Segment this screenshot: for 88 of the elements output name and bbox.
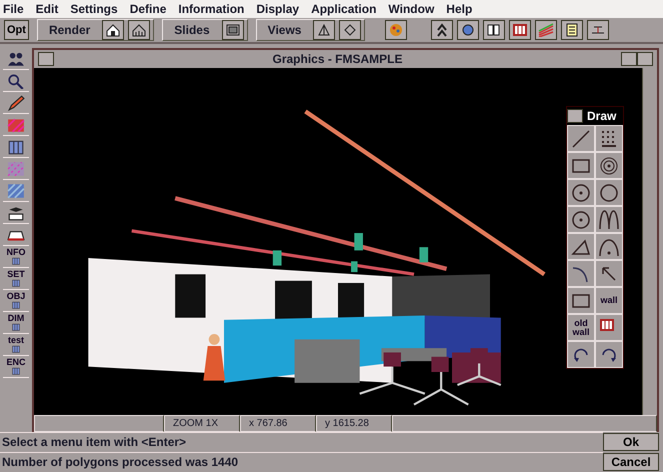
book-icon — [486, 23, 502, 37]
message-line: Select a menu item with <Enter> — [0, 432, 603, 452]
people-icon — [7, 50, 25, 66]
arrow-button[interactable] — [595, 260, 623, 287]
globe-icon — [460, 23, 476, 37]
frame-icon — [512, 23, 528, 37]
status-field: x 767.86 — [240, 415, 316, 432]
dialog-button[interactable]: Ok — [603, 433, 659, 451]
menu-item[interactable]: Display — [253, 0, 308, 18]
status-field: y 1615.28 — [316, 415, 392, 432]
stripes-icon — [7, 182, 25, 198]
palette-button[interactable] — [385, 20, 408, 40]
house-icon — [105, 23, 122, 37]
labeled-tool-button[interactable]: test — [3, 334, 29, 356]
labeled-tool-button[interactable]: DIM — [3, 312, 29, 334]
vertical-scrollbar[interactable] — [642, 68, 657, 416]
menu-item[interactable]: Window — [385, 0, 444, 18]
tool-button[interactable]: wall — [595, 287, 623, 314]
arc-button[interactable] — [595, 233, 623, 260]
labeled-tool-button[interactable]: ENC — [3, 356, 29, 378]
concentric-circles-icon — [599, 156, 619, 176]
minimize-button[interactable] — [621, 52, 637, 66]
wave-icon — [599, 210, 619, 230]
pencil-icon — [7, 94, 25, 110]
house-icon — [131, 23, 148, 37]
line-tool-icon — [571, 128, 591, 148]
hatch-icon — [7, 116, 25, 132]
triangle-icon — [571, 236, 591, 256]
dot-grid-icon — [599, 128, 619, 148]
circle-center-button[interactable] — [567, 206, 595, 233]
palette-menu-button[interactable] — [567, 109, 583, 123]
circle-center-icon — [571, 182, 591, 202]
labeled-tool-button[interactable]: SET — [3, 268, 29, 290]
rectangle-button[interactable] — [567, 152, 595, 179]
triangle-button[interactable] — [313, 20, 336, 40]
arc-icon — [599, 236, 619, 256]
pattern-icon — [7, 160, 25, 176]
menu-item[interactable]: File — [0, 0, 33, 18]
curve-button[interactable] — [567, 260, 595, 287]
window-title: Graphics - FMSAMPLE — [271, 51, 404, 68]
toolbar-group-label: Slides — [173, 22, 211, 39]
concentric-circles-button[interactable] — [595, 152, 623, 179]
dot-grid-button[interactable] — [595, 125, 623, 152]
palette-icon — [388, 23, 404, 37]
redo-button[interactable] — [595, 341, 623, 368]
tool-button[interactable]: old wall — [567, 314, 595, 341]
triangle-icon — [316, 23, 332, 37]
document-icon — [564, 23, 580, 37]
menu-item[interactable]: Edit — [32, 0, 68, 18]
menu-item[interactable]: Settings — [67, 0, 127, 18]
frame-button[interactable] — [509, 20, 532, 40]
toolbar-group-label: Views — [266, 22, 302, 39]
undo-button[interactable] — [567, 341, 595, 368]
globe-button[interactable] — [457, 20, 480, 40]
labeled-tool-button[interactable]: OBJ — [3, 290, 29, 312]
circle-button[interactable] — [595, 179, 623, 206]
document-button[interactable] — [561, 20, 584, 40]
labeled-tool-button[interactable]: NFO — [3, 246, 29, 268]
toolbar-group-label: Render — [48, 22, 92, 39]
menu-item[interactable]: Define — [126, 0, 176, 18]
wave-button[interactable] — [595, 206, 623, 233]
search-icon — [7, 72, 25, 88]
menu-item[interactable]: Information — [175, 0, 254, 18]
palette-title: Draw — [587, 108, 616, 125]
menu-item[interactable]: Help — [443, 0, 482, 18]
dialog-button[interactable]: Cancel — [603, 453, 659, 471]
line-tool-button[interactable] — [567, 125, 595, 152]
slide-button[interactable] — [222, 20, 244, 40]
layers-icon — [7, 204, 25, 220]
horizontal-scrollbar[interactable] — [392, 415, 657, 432]
diamond-button[interactable] — [339, 20, 362, 40]
menu-item[interactable]: Application — [308, 0, 386, 18]
circle-center-button[interactable] — [567, 179, 595, 206]
building-icon — [7, 138, 25, 154]
circle-icon — [599, 182, 619, 202]
diamond-icon — [342, 23, 358, 37]
house-button[interactable] — [128, 20, 150, 40]
chevrons-button[interactable] — [431, 20, 454, 40]
system-menu-button[interactable] — [38, 52, 54, 66]
maximize-button[interactable] — [637, 52, 653, 66]
message-line: Number of polygons processed was 1440 — [0, 452, 603, 472]
status-field: ZOOM 1X — [164, 415, 240, 432]
book-button[interactable] — [483, 20, 506, 40]
rectangle-button[interactable] — [567, 287, 595, 314]
circle-center-icon — [571, 210, 591, 230]
slide-icon — [224, 23, 241, 37]
options-button[interactable]: Opt — [4, 20, 29, 40]
house-button[interactable] — [102, 20, 124, 40]
